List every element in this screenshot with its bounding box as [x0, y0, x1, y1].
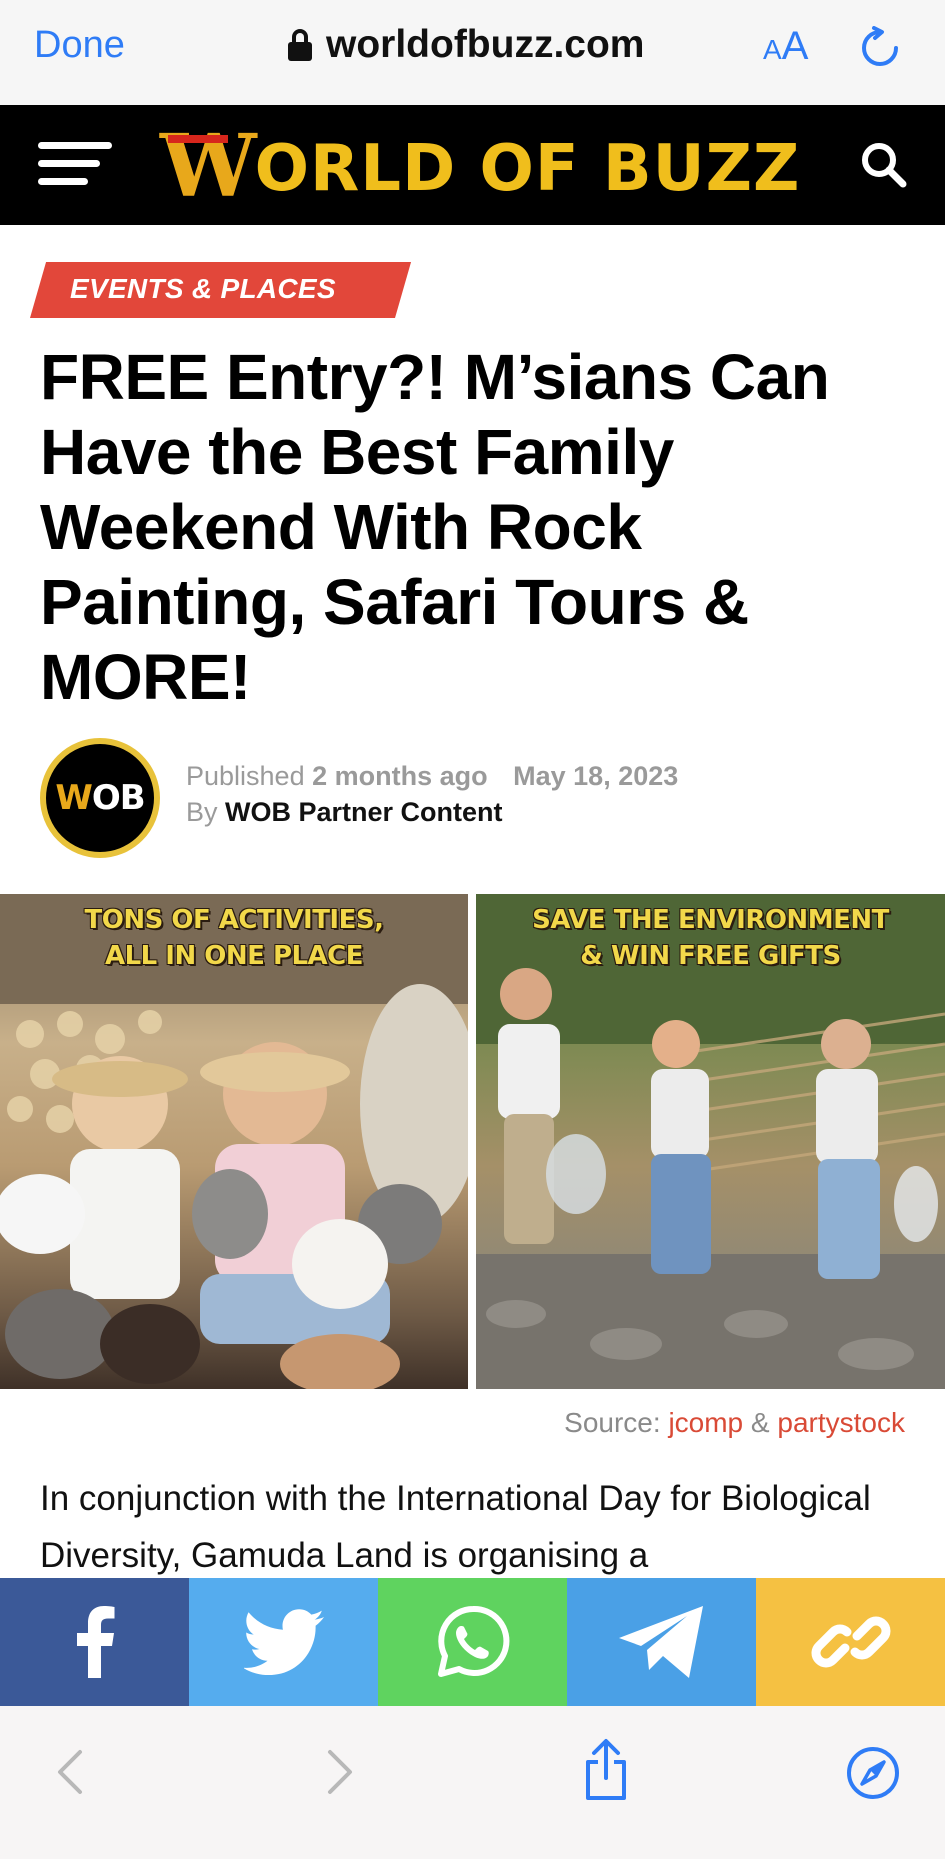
category-badge[interactable]: EVENTS & PLACES: [30, 262, 412, 318]
reload-icon[interactable]: [858, 26, 902, 70]
whatsapp-icon: [437, 1605, 509, 1677]
twitter-icon: [243, 1609, 324, 1675]
text-size-big-glyph: A: [781, 24, 809, 68]
author-link[interactable]: WOB Partner Content: [225, 797, 503, 827]
author-avatar[interactable]: WOB: [40, 738, 160, 858]
category-label: EVENTS & PLACES: [70, 273, 336, 304]
hero-image-right-panel: SAVE THE ENVIRONMENT & WIN FREE GIFTS: [476, 894, 945, 1389]
text-size-button[interactable]: AA: [763, 24, 808, 69]
link-icon: [811, 1616, 890, 1668]
logo-w-letter: W: [160, 116, 257, 217]
share-facebook-button[interactable]: [0, 1578, 189, 1706]
text-size-small-glyph: A: [763, 34, 782, 65]
hero-left-caption-line1: TONS OF ACTIVITIES,: [84, 905, 384, 935]
compass-icon[interactable]: [846, 1746, 900, 1800]
done-button[interactable]: Done: [34, 24, 125, 67]
article-meta: Published 2 months ago May 18, 2023 By W…: [186, 758, 678, 830]
browser-top-bar: Done worldofbuzz.com AA: [0, 0, 945, 105]
hero-left-caption: TONS OF ACTIVITIES, ALL IN ONE PLACE: [0, 902, 468, 974]
share-bar: [0, 1578, 945, 1706]
url-text[interactable]: worldofbuzz.com: [326, 23, 644, 67]
article-body-paragraph: In conjunction with the International Da…: [40, 1479, 871, 1575]
image-source: Source: jcomp & partystock: [564, 1407, 905, 1439]
article-headline: FREE Entry?! M’sians Can Have the Best F…: [40, 341, 830, 713]
logo-text: ORLD OF BUZZ: [254, 132, 801, 206]
published-date: May 18, 2023: [513, 761, 679, 791]
byline: By WOB Partner Content: [186, 794, 678, 830]
lock-icon: [288, 29, 312, 61]
telegram-icon: [618, 1606, 703, 1678]
by-label: By: [186, 797, 218, 827]
hero-right-caption-line2: & WIN FREE GIFTS: [580, 941, 841, 971]
publish-line: Published 2 months ago May 18, 2023: [186, 758, 678, 794]
hero-right-caption-line1: SAVE THE ENVIRONMENT: [532, 905, 889, 935]
hero-left-caption-line2: ALL IN ONE PLACE: [104, 941, 364, 971]
hero-image[interactable]: TONS OF ACTIVITIES, ALL IN ONE PLACE SAV…: [0, 894, 945, 1389]
address-bar[interactable]: worldofbuzz.com: [288, 20, 644, 70]
site-logo[interactable]: W ORLD OF BUZZ: [160, 116, 801, 217]
browser-bottom-toolbar: [0, 1706, 945, 1859]
source-link-partystock[interactable]: partystock: [777, 1407, 905, 1438]
hero-right-caption: SAVE THE ENVIRONMENT & WIN FREE GIFTS: [476, 902, 945, 974]
share-copy-link-button[interactable]: [756, 1578, 945, 1706]
forward-chevron-icon[interactable]: [326, 1748, 356, 1796]
share-whatsapp-button[interactable]: [378, 1578, 567, 1706]
search-icon[interactable]: [859, 140, 907, 188]
hero-image-left-panel: TONS OF ACTIVITIES, ALL IN ONE PLACE: [0, 894, 468, 1389]
share-twitter-button[interactable]: [189, 1578, 378, 1706]
back-chevron-icon[interactable]: [54, 1748, 84, 1796]
hamburger-menu-icon[interactable]: [38, 142, 112, 192]
source-link-jcomp[interactable]: jcomp: [668, 1407, 743, 1438]
avatar-logo-text: WOB: [55, 778, 145, 818]
share-telegram-button[interactable]: [567, 1578, 756, 1706]
share-icon[interactable]: [582, 1738, 630, 1802]
site-header: W ORLD OF BUZZ: [0, 105, 945, 225]
source-label: Source:: [564, 1407, 661, 1438]
facebook-icon: [76, 1606, 114, 1678]
published-relative: 2 months ago: [312, 761, 488, 791]
source-ampersand: &: [750, 1407, 770, 1438]
published-label: Published: [186, 761, 305, 791]
